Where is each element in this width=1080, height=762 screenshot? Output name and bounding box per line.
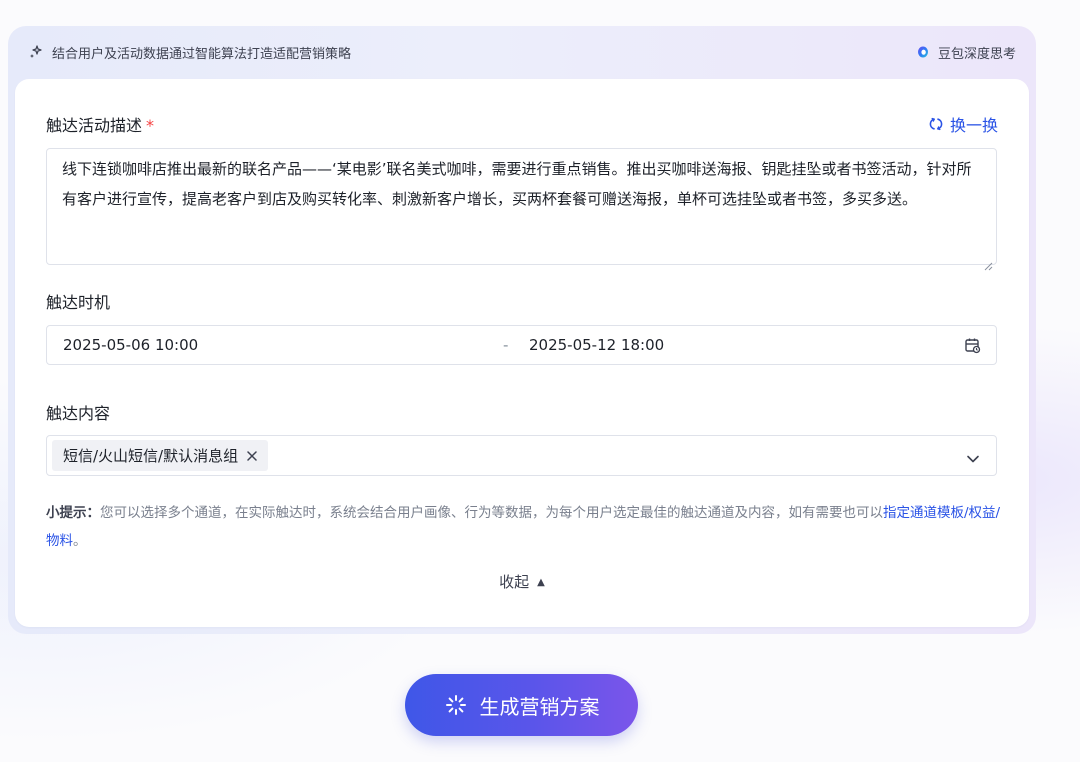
- doubao-logo-icon: [916, 45, 930, 59]
- required-mark: *: [146, 116, 155, 135]
- form-card: 触达活动描述 * 换一换 线下连锁咖啡店推出最新的联名产品——‘某电影’联名美式咖…: [15, 79, 1029, 627]
- generate-plan-button[interactable]: 生成营销方案: [405, 674, 638, 736]
- chevron-down-icon[interactable]: [966, 450, 980, 463]
- description-textarea[interactable]: 线下连锁咖啡店推出最新的联名产品——‘某电影’联名美式咖啡，需要进行重点销售。推…: [46, 148, 997, 271]
- description-label: 触达活动描述 *: [46, 112, 154, 136]
- swap-button[interactable]: 换一换: [928, 112, 998, 136]
- loading-sparkle-icon: [444, 693, 468, 717]
- hint-title: 小提示：: [46, 505, 100, 521]
- hint-tail: 。: [73, 533, 87, 549]
- date-separator: -: [503, 336, 509, 354]
- refresh-icon: [928, 116, 944, 132]
- generate-plan-label: 生成营销方案: [479, 694, 600, 719]
- end-date[interactable]: 2025-05-12 18:00: [529, 336, 664, 354]
- panel-header-description: 结合用户及活动数据通过智能算法打造适配营销策略: [52, 46, 352, 62]
- start-date[interactable]: 2025-05-06 10:00: [63, 336, 198, 354]
- collapse-toggle[interactable]: 收起 ▲: [15, 571, 1029, 592]
- description-label-text: 触达活动描述: [46, 116, 143, 135]
- timing-label: 触达时机: [46, 293, 111, 312]
- triangle-up-icon: ▲: [537, 577, 545, 588]
- close-icon[interactable]: [246, 450, 258, 462]
- channel-select[interactable]: 短信/火山短信/默认消息组: [46, 435, 997, 476]
- hint-text: 小提示：您可以选择多个通道，在实际触达时，系统会结合用户画像、行为等数据，为每个…: [46, 499, 1001, 555]
- strategy-panel: 结合用户及活动数据通过智能算法打造适配营销策略 豆包深度思考 触达活动描述*: [8, 26, 1036, 634]
- swap-label: 换一换: [949, 116, 998, 135]
- hint-body: 您可以选择多个通道，在实际触达时，系统会结合用户画像、行为等数据，为每个用户选定…: [100, 505, 883, 521]
- sparkle-icon: [28, 44, 44, 60]
- date-range-picker[interactable]: 2025-05-06 10:00 - 2025-05-12 18:00: [46, 325, 997, 365]
- description-text: 线下连锁咖啡店推出最新的联名产品——‘某电影’联名美式咖啡，需要进行重点销售。推…: [62, 160, 972, 208]
- calendar-icon[interactable]: [964, 337, 981, 354]
- collapse-label: 收起: [499, 573, 530, 591]
- resize-handle-icon[interactable]: [983, 251, 993, 271]
- content-label: 触达内容: [46, 404, 111, 423]
- model-label[interactable]: 豆包深度思考: [938, 43, 1016, 62]
- channel-tag-label: 短信/火山短信/默认消息组: [63, 447, 239, 465]
- panel-header: 结合用户及活动数据通过智能算法打造适配营销策略 豆包深度思考: [8, 26, 1036, 78]
- channel-tag: 短信/火山短信/默认消息组: [52, 440, 269, 471]
